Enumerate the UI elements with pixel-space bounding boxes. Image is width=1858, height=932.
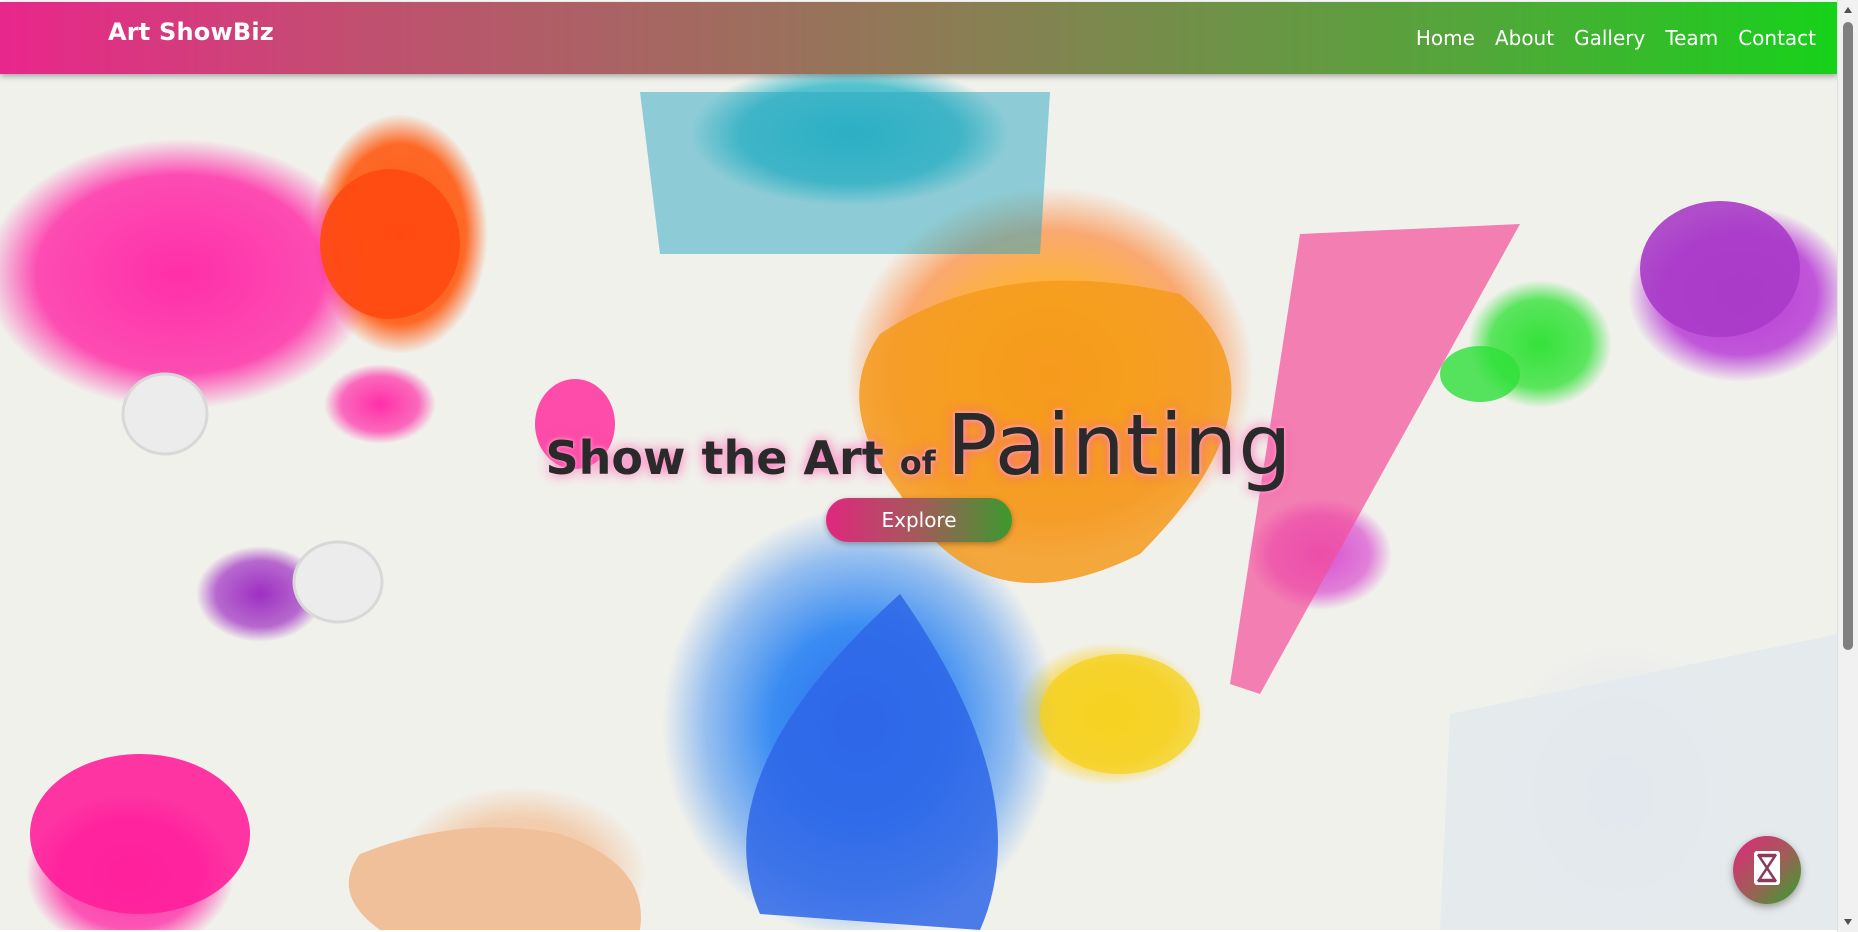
hero-title-part2: of [899,444,947,482]
brand-logo[interactable]: Art ShowBiz [108,18,274,46]
vertical-scrollbar[interactable] [1837,0,1858,932]
hero-title-part1: Show the Art [545,431,900,485]
nav-link-contact[interactable]: Contact [1738,26,1816,50]
hourglass-icon [1752,849,1782,891]
scroll-down-arrow-icon[interactable] [1838,912,1858,932]
nav-link-team[interactable]: Team [1665,26,1718,50]
explore-button[interactable]: Explore [826,498,1012,542]
hero-title: Show the Art of Painting [545,396,1292,494]
page: Art ShowBiz Home About Gallery Team Cont… [0,0,1858,932]
nav-link-about[interactable]: About [1495,26,1554,50]
hero-banner: Show the Art of Painting Explore [0,74,1838,930]
nav-link-home[interactable]: Home [1416,26,1475,50]
scroll-up-arrow-icon[interactable] [1838,0,1858,20]
hero-content: Show the Art of Painting [0,396,1838,494]
nav-links: Home About Gallery Team Contact [1416,26,1816,50]
navbar: Art ShowBiz Home About Gallery Team Cont… [0,2,1838,74]
hero-title-painting: Painting [946,396,1293,494]
nav-link-gallery[interactable]: Gallery [1574,26,1645,50]
floating-action-button[interactable] [1733,836,1801,904]
scrollbar-thumb[interactable] [1843,22,1853,650]
